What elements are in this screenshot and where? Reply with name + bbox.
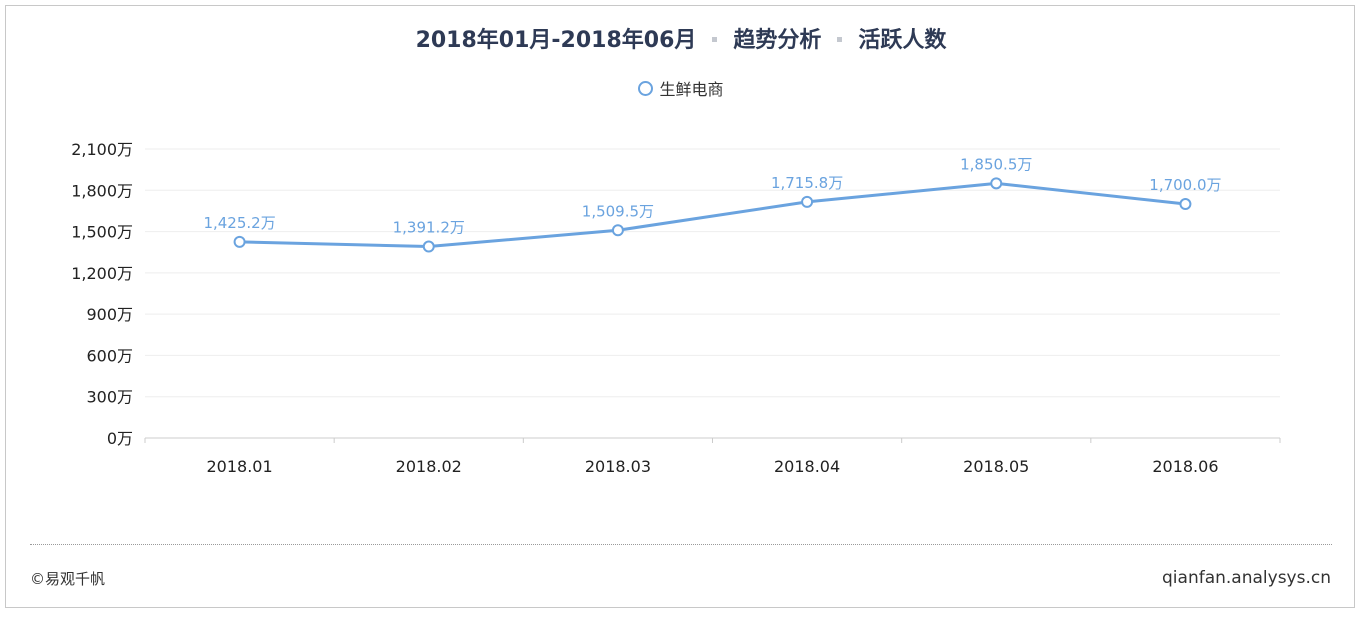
x-tick-label: 2018.03 xyxy=(585,457,651,476)
site-link[interactable]: qianfan.analysys.cn xyxy=(1162,568,1331,588)
data-label: 1,715.8万 xyxy=(771,174,843,192)
x-tick-label: 2018.04 xyxy=(774,457,840,476)
y-tick-label: 0万 xyxy=(107,429,133,448)
data-point xyxy=(233,235,246,248)
y-tick-label: 1,500万 xyxy=(71,223,133,242)
y-tick-label: 600万 xyxy=(86,346,133,365)
x-tick-label: 2018.05 xyxy=(963,457,1029,476)
x-tick-label: 2018.01 xyxy=(206,457,272,476)
data-point xyxy=(801,195,814,208)
data-point xyxy=(611,224,624,237)
data-point xyxy=(422,240,435,253)
data-label: 1,509.5万 xyxy=(582,202,654,220)
x-tick-label: 2018.02 xyxy=(396,457,462,476)
y-tick-label: 300万 xyxy=(86,388,133,407)
y-tick-label: 1,800万 xyxy=(71,181,133,200)
y-tick-label: 2,100万 xyxy=(71,140,133,159)
copyright-text: ©易观千帆 xyxy=(30,570,106,588)
x-tick-label: 2018.06 xyxy=(1152,457,1218,476)
data-label: 1,850.5万 xyxy=(960,155,1032,173)
data-label: 1,700.0万 xyxy=(1149,176,1221,194)
y-tick-label: 900万 xyxy=(86,305,133,324)
line-chart: 0万 300万 600万 900万 1,200万 1,500万 1,800万 2,100万 20… xyxy=(71,140,1281,476)
footer-divider xyxy=(30,544,1332,545)
data-label: 1,425.2万 xyxy=(203,214,275,232)
series-line-path xyxy=(239,181,1186,249)
series-line xyxy=(239,181,1186,249)
data-point xyxy=(1179,198,1192,211)
data-labels: 1,425.2万 1,391.2万 1,509.5万 1,715.8万 1,850.5万… xyxy=(203,155,1221,236)
grid-lines xyxy=(145,148,1280,398)
data-point xyxy=(990,177,1003,190)
data-label: 1,391.2万 xyxy=(393,219,465,237)
y-tick-label: 1,200万 xyxy=(71,264,133,283)
